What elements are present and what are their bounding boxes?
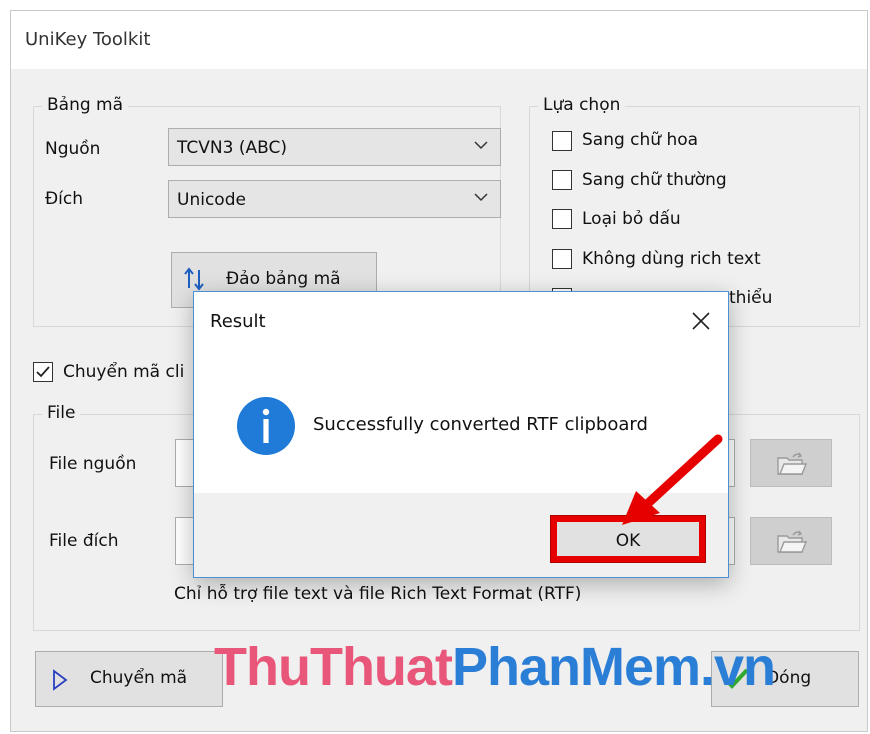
target-encoding-value: Unicode — [177, 190, 246, 210]
file-legend: File — [42, 403, 81, 423]
target-file-label: File đích — [49, 531, 119, 551]
swap-icon — [184, 267, 204, 291]
swap-encoding-label: Đảo bảng mã — [226, 269, 341, 289]
source-encoding-value: TCVN3 (ABC) — [177, 138, 287, 158]
uppercase-label: Sang chữ hoa — [582, 130, 699, 150]
close-icon[interactable] — [688, 308, 714, 334]
watermark-part2: PhanMem.vn — [451, 637, 776, 697]
browse-target-button[interactable] — [750, 517, 832, 565]
source-label: Nguồn — [45, 139, 101, 159]
window-title: UniKey Toolkit — [25, 29, 151, 50]
clipboard-label: Chuyển mã cli — [63, 362, 185, 382]
remove-accent-label: Loại bỏ dấu — [582, 209, 681, 229]
remove-accent-checkbox[interactable] — [552, 209, 572, 229]
file-hint: Chỉ hỗ trợ file text và file Rich Text F… — [174, 584, 582, 604]
info-icon — [237, 397, 295, 455]
clipboard-checkbox[interactable] — [33, 362, 53, 382]
convert-label: Chuyển mã — [90, 668, 188, 688]
title-bar: UniKey Toolkit — [11, 11, 867, 69]
arrow-icon — [622, 434, 723, 525]
folder-open-icon — [777, 530, 807, 553]
no-rich-text-checkbox[interactable] — [552, 249, 572, 269]
uppercase-checkbox[interactable] — [552, 131, 572, 151]
source-file-label: File nguồn — [49, 454, 137, 474]
minimal-option-label: thiểu — [729, 288, 773, 308]
dialog-title: Result — [210, 311, 266, 332]
checkmark-icon — [36, 366, 50, 378]
play-icon — [53, 669, 68, 691]
chevron-down-icon — [474, 141, 488, 150]
folder-open-icon — [777, 452, 807, 475]
no-rich-text-label: Không dùng rich text — [582, 249, 761, 269]
lowercase-label: Sang chữ thường — [582, 170, 727, 190]
target-encoding-select[interactable]: Unicode — [168, 180, 501, 218]
ok-label: OK — [615, 531, 641, 551]
encoding-legend: Bảng mã — [42, 95, 129, 115]
options-legend: Lựa chọn — [538, 95, 626, 115]
browse-source-button[interactable] — [750, 439, 832, 487]
watermark-part1: ThuThuat — [214, 637, 453, 697]
source-encoding-select[interactable]: TCVN3 (ABC) — [168, 128, 501, 166]
watermark: ThuThuatPhanMem.vn — [214, 637, 776, 697]
convert-button[interactable]: Chuyển mã — [35, 651, 223, 707]
target-label: Đích — [45, 189, 84, 209]
dialog-message: Successfully converted RTF clipboard — [313, 414, 648, 435]
lowercase-checkbox[interactable] — [552, 170, 572, 190]
chevron-down-icon — [474, 193, 488, 202]
